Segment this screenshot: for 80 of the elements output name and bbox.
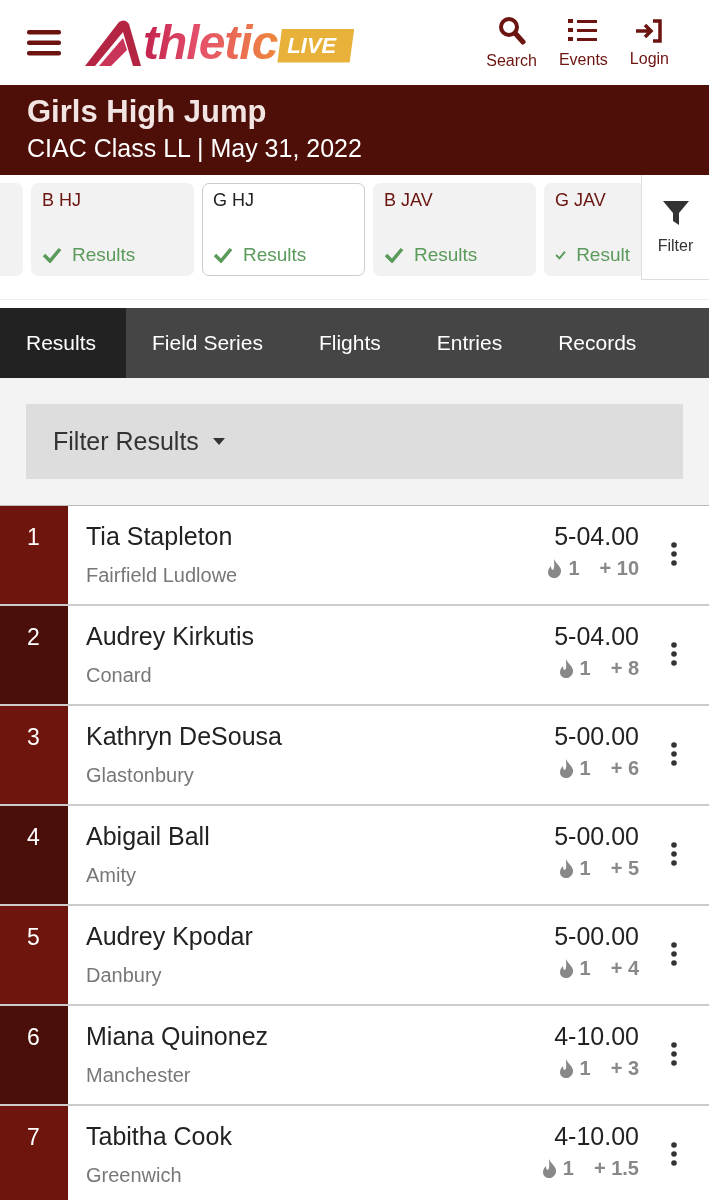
event-title: Girls High Jump (27, 94, 268, 130)
points-value: + 1.5 (593, 1157, 639, 1180)
event-tab[interactable]: G JAV Result (544, 183, 641, 276)
mark-value: 5-04.00 (554, 522, 639, 551)
mark-value: 5-00.00 (554, 922, 639, 951)
arch-icon (85, 19, 143, 66)
flame-icon (558, 959, 574, 978)
flame-icon (558, 1059, 574, 1078)
check-icon (42, 247, 62, 263)
more-icon (671, 642, 677, 666)
login-button[interactable]: Login (629, 17, 669, 68)
place-cell: 6 (0, 1006, 68, 1104)
nav-tab[interactable]: Flights (292, 308, 411, 378)
athlete-name: Audrey Kirkutis (86, 622, 256, 651)
flame-icon (547, 559, 563, 578)
flame-count: 1 (579, 657, 591, 680)
nav-tab[interactable]: Records (532, 308, 667, 378)
more-icon (671, 1142, 677, 1166)
athlete-name: Abigail Ball (86, 822, 211, 851)
more-icon (671, 942, 677, 966)
points-value: + 3 (610, 1057, 639, 1080)
filter-button[interactable]: Filter (641, 175, 709, 280)
flame-count: 1 (562, 1157, 574, 1180)
points-value: + 10 (599, 557, 639, 580)
points-value: + 6 (610, 757, 639, 780)
athlete-name: Kathryn DeSousa (86, 722, 283, 751)
filter-dropdown[interactable]: Filter Results (26, 404, 683, 479)
mark-value: 4-10.00 (554, 1122, 639, 1151)
more-icon (671, 742, 677, 766)
menu-icon[interactable] (27, 29, 61, 56)
funnel-icon (661, 199, 690, 227)
check-icon (384, 247, 404, 263)
more-icon (671, 842, 677, 866)
athlete-name: Tia Stapleton (86, 522, 234, 551)
more-icon (671, 542, 677, 566)
events-button[interactable]: Events (558, 16, 608, 69)
place-cell: 1 (0, 506, 68, 604)
athlete-name: Tabitha Cook (86, 1122, 233, 1151)
place-cell: 4 (0, 806, 68, 904)
place-cell: 5 (0, 906, 68, 1004)
school-name: Conard (86, 664, 153, 687)
mark-value: 4-10.00 (554, 1022, 639, 1051)
flame-count: 1 (579, 957, 591, 980)
points-value: + 8 (610, 657, 639, 680)
mark-value: 5-00.00 (554, 822, 639, 851)
points-value: + 5 (610, 857, 639, 880)
flame-icon (541, 1159, 557, 1178)
school-name: Amity (86, 864, 137, 887)
school-name: Glastonbury (86, 764, 195, 787)
flame-count: 1 (579, 1057, 591, 1080)
flame-count: 1 (568, 557, 580, 580)
points-value: + 4 (610, 957, 639, 980)
school-name: Greenwich (86, 1164, 183, 1187)
flame-icon (558, 859, 574, 878)
flame-count: 1 (579, 757, 591, 780)
logo-badge: LIVE (277, 28, 355, 63)
event-tab[interactable]: G HJ Results (202, 183, 365, 276)
nav-tab[interactable]: Field Series (126, 308, 293, 378)
search-button[interactable]: Search (486, 15, 537, 70)
flame-count: 1 (579, 857, 591, 880)
flame-icon (558, 659, 574, 678)
athlete-name: Audrey Kpodar (86, 922, 254, 951)
school-name: Danbury (86, 964, 163, 987)
check-icon (213, 247, 233, 263)
place-cell: 3 (0, 706, 68, 804)
athlete-name: Miana Quinonez (86, 1022, 270, 1051)
flame-icon (558, 759, 574, 778)
more-icon (671, 1042, 677, 1066)
school-name: Fairfield Ludlowe (86, 564, 239, 587)
event-tab[interactable]: B HJ Results (31, 183, 194, 276)
event-subtitle: CIAC Class LL | May 31, 2022 (27, 134, 363, 163)
nav-tab[interactable]: Results (0, 308, 127, 378)
school-name: Manchester (86, 1064, 192, 1087)
place-cell: 7 (0, 1106, 68, 1200)
mark-value: 5-00.00 (554, 722, 639, 751)
place-cell: 2 (0, 606, 68, 704)
nav-tab[interactable]: Entries (410, 308, 533, 378)
event-tab[interactable]: B JAV Results (373, 183, 536, 276)
mark-value: 5-04.00 (554, 622, 639, 651)
caret-icon (212, 438, 225, 445)
